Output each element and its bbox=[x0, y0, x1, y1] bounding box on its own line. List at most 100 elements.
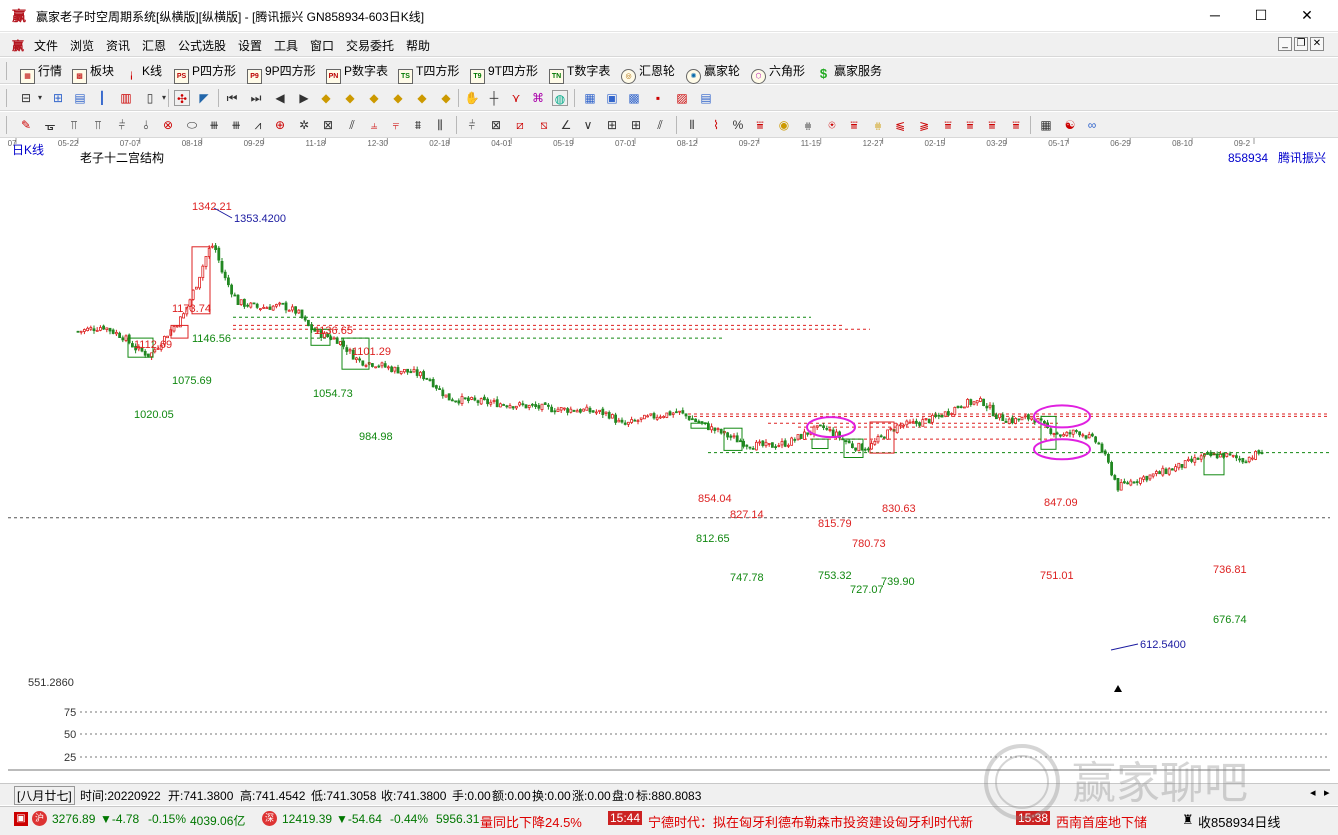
draw-tool-4-icon[interactable]: ⫩ bbox=[114, 117, 130, 133]
notes-icon[interactable]: ▤ bbox=[72, 90, 88, 106]
flag-icon[interactable]: ◤ bbox=[196, 90, 212, 106]
menu-trade[interactable]: 交易委托 bbox=[346, 37, 394, 54]
tool-9t-square[interactable]: T9 9T四方形 bbox=[470, 63, 538, 84]
pen-icon[interactable]: ✎ bbox=[18, 117, 34, 133]
draw-tool-6-icon[interactable]: ⊗ bbox=[160, 117, 176, 133]
draw-tool-23-icon[interactable]: ⫽ bbox=[652, 117, 668, 133]
draw-tool-1-icon[interactable]: ᚗ bbox=[42, 117, 58, 133]
draw-tool-17-icon[interactable]: ⧄ bbox=[512, 117, 528, 133]
first-icon[interactable]: ⏮ bbox=[224, 90, 240, 106]
last-icon[interactable]: ⏭ bbox=[248, 90, 264, 106]
draw-tool-13-icon[interactable]: ⩩ bbox=[410, 117, 426, 133]
status-scroll-right[interactable]: ▸ bbox=[1324, 786, 1330, 799]
draw-tool-33-icon[interactable]: ⫺ bbox=[916, 117, 932, 133]
tool-t-table[interactable]: TN T数字表 bbox=[549, 63, 610, 84]
draw-tool-30-icon[interactable]: ⩸ bbox=[846, 117, 862, 133]
next-icon[interactable]: ▶ bbox=[296, 90, 312, 106]
draw-tool-21-icon[interactable]: ⊞ bbox=[604, 117, 620, 133]
status-scroll-left[interactable]: ◂ bbox=[1310, 786, 1316, 799]
mdi-restore-button[interactable]: ❐ bbox=[1294, 37, 1308, 51]
bars-icon[interactable]: ▥ bbox=[118, 90, 134, 106]
target-icon[interactable]: ⊕ bbox=[272, 117, 288, 133]
draw-tool-15-icon[interactable]: ⫩ bbox=[464, 117, 480, 133]
draw-tool-26-icon[interactable]: ⩸ bbox=[752, 117, 768, 133]
crosshair-icon[interactable]: ✣ bbox=[174, 90, 190, 106]
close-button[interactable]: ✕ bbox=[1284, 0, 1330, 32]
kline-chart-svg[interactable]: 04-0705-2207-0708-1809-2911-1812-3002-18… bbox=[0, 138, 1330, 780]
trend-icon[interactable]: ⋎ bbox=[508, 90, 524, 106]
draw-tool-28-icon[interactable]: ⩷ bbox=[800, 117, 816, 133]
table-grid-icon[interactable]: ▦ bbox=[1038, 117, 1054, 133]
news-item-3[interactable]: 西南首座地下储 bbox=[1056, 812, 1147, 831]
hand-icon[interactable]: ✋ bbox=[464, 90, 480, 106]
draw-tool-22-icon[interactable]: ⊞ bbox=[628, 117, 644, 133]
minimize-button[interactable]: ─ bbox=[1192, 0, 1238, 32]
tool-winner-wheel[interactable]: ✺ 赢家轮 bbox=[686, 63, 740, 84]
tool-9p-square[interactable]: P9 9P四方形 bbox=[247, 63, 316, 84]
draw-tool-5-icon[interactable]: ⫰ bbox=[138, 117, 154, 133]
candle-chart-icon[interactable]: ┃ bbox=[94, 90, 110, 106]
draw-tool-34-icon[interactable]: ⩸ bbox=[940, 117, 956, 133]
prev-icon[interactable]: ◀ bbox=[272, 90, 288, 106]
network-icon[interactable]: ⊞ bbox=[50, 90, 66, 106]
draw-tool-18-icon[interactable]: ⧅ bbox=[536, 117, 552, 133]
dropdown-arrow-icon[interactable]: ▾ bbox=[32, 90, 48, 106]
tool-p-square[interactable]: PS P四方形 bbox=[174, 63, 236, 84]
diamond-icon-1[interactable]: ◆ bbox=[318, 90, 334, 106]
news-item-2[interactable]: 宁德时代：拟在匈牙利德布勒森市投资建设匈牙利时代新 bbox=[648, 812, 973, 831]
draw-tool-20-icon[interactable]: ∨ bbox=[580, 117, 596, 133]
draw-tool-10-icon[interactable]: ⫽ bbox=[344, 117, 360, 133]
mdi-minimize-button[interactable]: _ bbox=[1278, 37, 1292, 51]
globe-icon[interactable]: ◍ bbox=[552, 90, 568, 106]
draw-tool-29-icon[interactable]: ⍟ bbox=[824, 117, 840, 133]
box-icon[interactable]: ⊠ bbox=[320, 117, 336, 133]
tool-t-square[interactable]: TS T四方形 bbox=[398, 63, 459, 84]
diamond-icon-4[interactable]: ◆ bbox=[390, 90, 406, 106]
menu-huien[interactable]: 汇恩 bbox=[142, 37, 166, 54]
tool-blocks[interactable]: ▩ 板块 bbox=[72, 63, 114, 84]
draw-tool-7-icon[interactable]: ⧻ bbox=[206, 117, 222, 133]
draw-tool-2-icon[interactable]: ⫪ bbox=[66, 117, 82, 133]
gift-icon[interactable]: ⌘ bbox=[530, 90, 546, 106]
draw-tool-11-icon[interactable]: ⫨ bbox=[366, 117, 382, 133]
menu-tools[interactable]: 工具 bbox=[274, 37, 298, 54]
tool-kline[interactable]: ╽ K线 bbox=[124, 63, 162, 80]
ellipse-icon[interactable]: ⬭ bbox=[184, 117, 200, 133]
menu-help[interactable]: 帮助 bbox=[406, 37, 430, 54]
draw-tool-14-icon[interactable]: ⫼ bbox=[432, 117, 448, 133]
draw-tool-35-icon[interactable]: ⩸ bbox=[962, 117, 978, 133]
calendar-icon[interactable]: ▦ bbox=[582, 90, 598, 106]
diamond-icon-2[interactable]: ◆ bbox=[342, 90, 358, 106]
cross-icon[interactable]: ┼ bbox=[486, 90, 502, 106]
diamond-icon-6[interactable]: ◆ bbox=[438, 90, 454, 106]
draw-tool-36-icon[interactable]: ⩸ bbox=[984, 117, 1000, 133]
tool-quotes[interactable]: ▦ 行情 bbox=[20, 63, 62, 84]
star-icon[interactable]: ✲ bbox=[296, 117, 312, 133]
save-icon[interactable]: ▪ bbox=[650, 90, 666, 106]
kline-chart[interactable]: 04-0705-2207-0708-1809-2911-1812-3002-18… bbox=[0, 138, 1330, 780]
mdi-close-button[interactable]: ✕ bbox=[1310, 37, 1324, 51]
export-icon[interactable]: ▤ bbox=[698, 90, 714, 106]
draw-tool-12-icon[interactable]: ⫧ bbox=[388, 117, 404, 133]
percent-icon[interactable]: % bbox=[730, 117, 746, 133]
dropdown-arrow-icon-2[interactable]: ▾ bbox=[156, 90, 172, 106]
menu-browse[interactable]: 浏览 bbox=[70, 37, 94, 54]
draw-tool-19-icon[interactable]: ∠ bbox=[558, 117, 574, 133]
draw-tool-31-icon[interactable]: ⩷ bbox=[870, 117, 886, 133]
diamond-icon-3[interactable]: ◆ bbox=[366, 90, 382, 106]
infinity-icon[interactable]: ∞ bbox=[1084, 117, 1100, 133]
menu-settings[interactable]: 设置 bbox=[238, 37, 262, 54]
calculator-icon[interactable]: ▣ bbox=[604, 90, 620, 106]
tool-service[interactable]: $ 赢家服务 bbox=[816, 63, 882, 80]
draw-tool-37-icon[interactable]: ⩸ bbox=[1008, 117, 1024, 133]
tool-huien-wheel[interactable]: ◎ 汇恩轮 bbox=[621, 63, 675, 84]
draw-tool-8-icon[interactable]: ⧻ bbox=[228, 117, 244, 133]
print-icon[interactable]: ▨ bbox=[674, 90, 690, 106]
menu-formula[interactable]: 公式选股 bbox=[178, 37, 226, 54]
tool-hexagon[interactable]: ⬡ 六角形 bbox=[751, 63, 805, 84]
menu-info[interactable]: 资讯 bbox=[106, 37, 130, 54]
draw-tool-32-icon[interactable]: ⫹ bbox=[892, 117, 908, 133]
news-item-1[interactable]: 量同比下降24.5% bbox=[480, 812, 582, 831]
tool-p-table[interactable]: PN P数字表 bbox=[326, 63, 388, 84]
menu-window[interactable]: 窗口 bbox=[310, 37, 334, 54]
